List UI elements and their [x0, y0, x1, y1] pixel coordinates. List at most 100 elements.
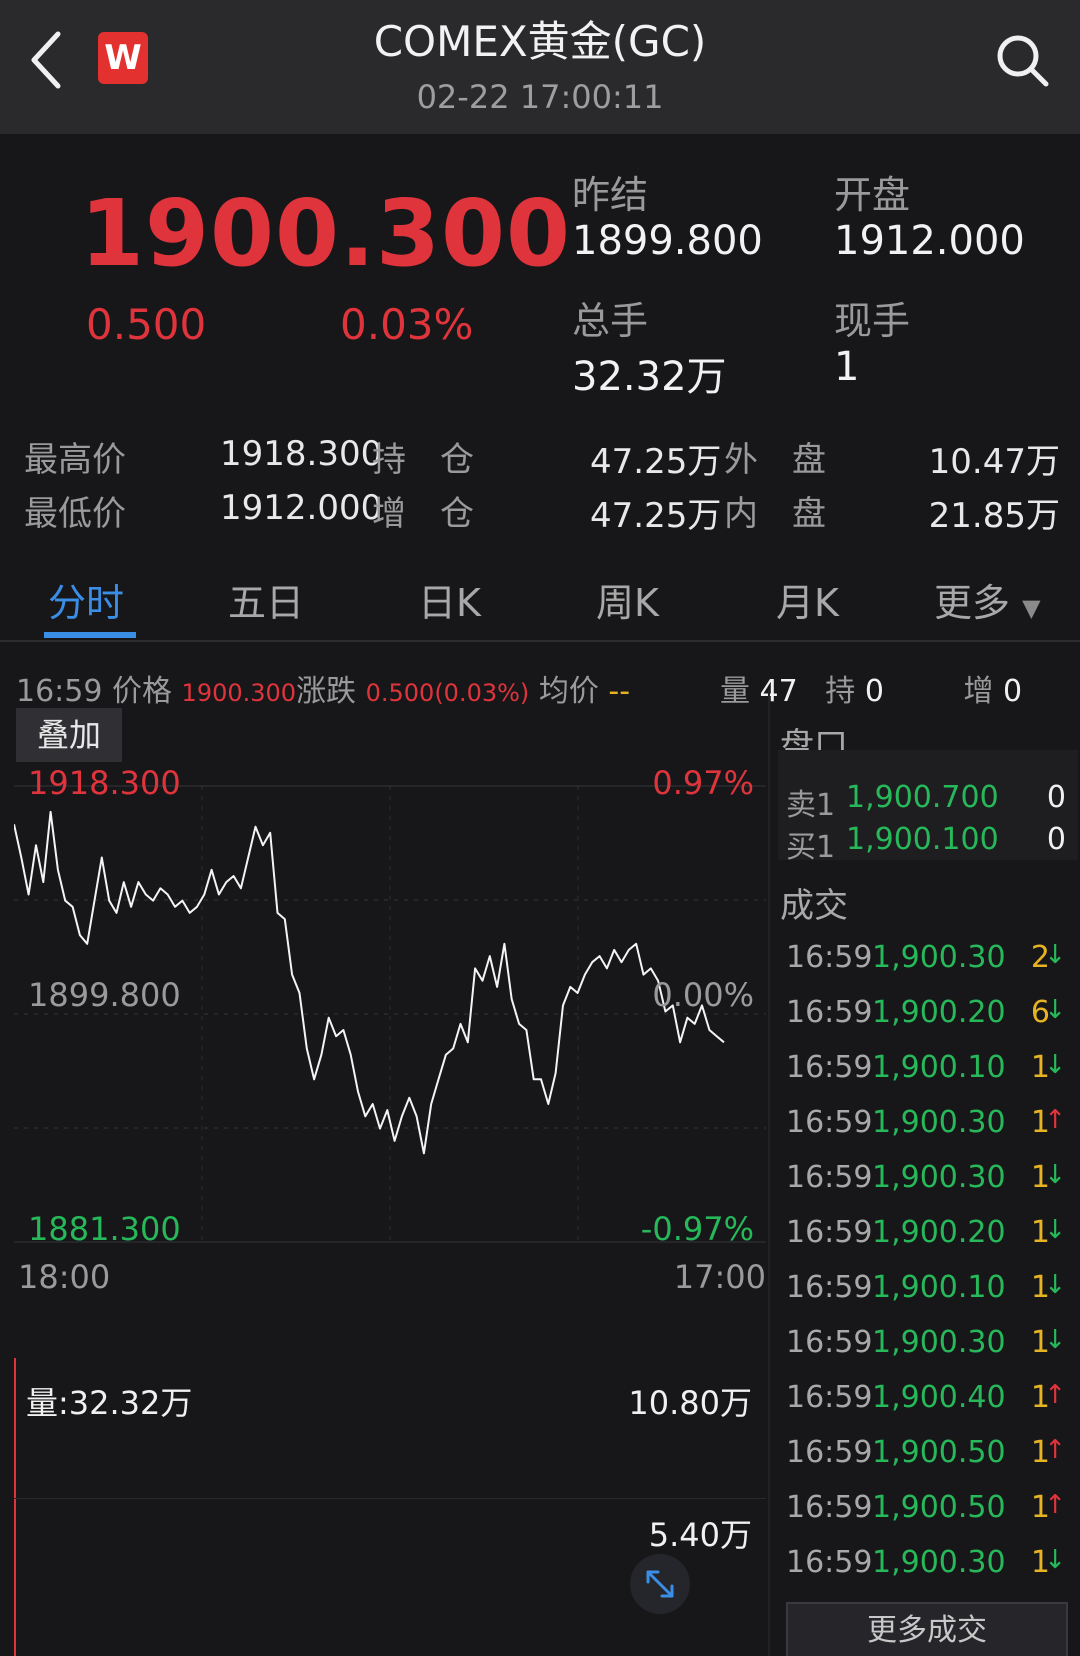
ask1-qty: 0 — [1046, 780, 1066, 815]
arrow-down-icon: ↓ — [1044, 995, 1066, 1025]
ask1-price: 1,900.700 — [846, 780, 999, 815]
chart-start-time: 18:00 — [18, 1258, 111, 1296]
price-change-pct: 0.03% — [340, 300, 474, 349]
info-add: 0 — [1003, 674, 1023, 709]
total-volume-label: 总手 — [572, 299, 649, 343]
outer-label: 外 盘 — [724, 440, 826, 480]
page-title: COMEX黄金(GC) — [373, 17, 707, 66]
trade-time: 16:59 — [786, 1050, 873, 1085]
bid1-price: 1,900.100 — [846, 822, 999, 857]
arrow-up-icon: ↑ — [1044, 1105, 1066, 1135]
chart-mid-price: 1899.800 — [28, 976, 181, 1014]
trade-price: 1,900.30 — [872, 1160, 1006, 1195]
search-icon — [997, 35, 1049, 87]
prev-settle-label: 昨结 — [572, 173, 649, 217]
expand-icon — [646, 1570, 674, 1598]
arrow-up-icon: ↑ — [1044, 1380, 1066, 1410]
arrow-down-icon: ↓ — [1044, 1160, 1066, 1190]
chart-top-pct: 0.97% — [652, 764, 754, 802]
trade-price: 1,900.20 — [872, 995, 1006, 1030]
chart-bottom-pct: -0.97% — [640, 1210, 754, 1248]
high-value: 1918.300 — [220, 434, 383, 474]
total-volume-value: 32.32万 — [572, 354, 727, 400]
tab-more[interactable]: 更多 ▼ — [934, 572, 1041, 627]
current-volume-label: 现手 — [834, 299, 911, 343]
trade-row: 16:59 1,900.50 1 ↑ — [786, 1435, 1066, 1487]
trade-row: 16:59 1,900.30 1 ↑ — [786, 1105, 1066, 1157]
low-value: 1912.000 — [220, 488, 383, 528]
trade-time: 16:59 — [786, 1105, 873, 1140]
intraday-chart[interactable]: 1918.300 0.97% 1899.800 0.00% 1881.300 -… — [14, 764, 766, 1322]
high-label: 最高价 — [24, 440, 126, 480]
chart-grid — [14, 785, 766, 1243]
chart-bottom-price: 1881.300 — [28, 1210, 181, 1248]
trade-price: 1,900.30 — [872, 940, 1006, 975]
trade-time: 16:59 — [786, 995, 873, 1030]
tabs-divider — [0, 640, 1080, 642]
arrow-up-icon: ↑ — [1044, 1490, 1066, 1520]
arrow-down-icon: ↓ — [1044, 1215, 1066, 1245]
trade-row: 16:59 1,900.10 1 ↓ — [786, 1270, 1066, 1322]
trade-price: 1,900.10 — [872, 1050, 1006, 1085]
trade-row: 16:59 1,900.40 1 ↑ — [786, 1380, 1066, 1432]
info-avg-label: 均价 — [538, 674, 599, 709]
trade-time: 16:59 — [786, 1435, 873, 1470]
trade-time: 16:59 — [786, 1545, 873, 1580]
prev-settle-value: 1899.800 — [572, 218, 763, 264]
trade-price: 1,900.50 — [872, 1435, 1006, 1470]
volume-mid-label: 5.40万 — [648, 1516, 752, 1554]
bid1-label: 买1 — [786, 830, 836, 865]
trade-time: 16:59 — [786, 940, 873, 975]
current-volume-value: 1 — [834, 344, 860, 390]
trade-row: 16:59 1,900.50 1 ↑ — [786, 1490, 1066, 1542]
arrow-down-icon: ↓ — [1044, 1545, 1066, 1575]
oi-change-value: 47.25万 — [590, 496, 722, 536]
crosshair-info-line: 16:59 价格 1900.300涨跌 0.500(0.03%) 均价 -- — [16, 666, 630, 710]
tab-weekly-k[interactable]: 周K — [596, 572, 659, 627]
more-trades-button[interactable]: 更多成交 — [786, 1602, 1068, 1656]
info-time-price-label: 16:59 价格 — [16, 674, 172, 709]
tab-intraday[interactable]: 分时 — [48, 572, 124, 627]
tab-more-label: 更多 — [934, 581, 1011, 625]
low-label: 最低价 — [24, 494, 126, 534]
outer-value: 10.47万 — [928, 442, 1060, 482]
oi-change-label: 增 仓 — [372, 494, 474, 534]
info-add-label: 增 — [963, 674, 994, 709]
volume-bar — [14, 1358, 16, 1656]
trade-row: 16:59 1,900.20 1 ↓ — [786, 1215, 1066, 1267]
arrow-down-icon: ↓ — [1044, 1050, 1066, 1080]
inner-label: 内 盘 — [724, 494, 826, 534]
bid1-qty: 0 — [1046, 822, 1066, 857]
trade-row: 16:59 1,900.20 6 ↓ — [786, 995, 1066, 1047]
trade-price: 1,900.10 — [872, 1270, 1006, 1305]
chart-mid-pct: 0.00% — [652, 976, 754, 1014]
open-interest-value: 47.25万 — [590, 442, 722, 482]
info-change: 0.500(0.03%) — [365, 679, 530, 707]
overlay-button[interactable]: 叠加 — [16, 708, 122, 762]
trade-time: 16:59 — [786, 1215, 873, 1250]
trade-time: 16:59 — [786, 1270, 873, 1305]
tab-monthly-k[interactable]: 月K — [776, 572, 839, 627]
caret-down-icon: ▼ — [1022, 594, 1041, 622]
search-button[interactable] — [992, 30, 1052, 90]
price-change: 0.500 — [86, 300, 207, 349]
info-avg: -- — [608, 674, 631, 709]
tab-daily-k[interactable]: 日K — [418, 572, 481, 627]
volume-total-label: 量:32.32万 — [26, 1384, 193, 1422]
trade-time: 16:59 — [786, 1490, 873, 1525]
trade-price: 1,900.30 — [872, 1325, 1006, 1360]
volume-chart[interactable]: 量:32.32万 10.80万 5.40万 — [14, 1358, 766, 1656]
trade-row: 16:59 1,900.30 1 ↓ — [786, 1160, 1066, 1212]
expand-chart-button[interactable] — [630, 1554, 690, 1614]
info-hold-label: 持 — [825, 674, 856, 709]
arrow-down-icon: ↓ — [1044, 1325, 1066, 1355]
trade-price: 1,900.30 — [872, 1105, 1006, 1140]
tab-five-day[interactable]: 五日 — [228, 572, 304, 627]
active-tab-indicator — [44, 632, 136, 638]
open-label: 开盘 — [834, 173, 911, 217]
trade-row: 16:59 1,900.30 1 ↓ — [786, 1545, 1066, 1597]
trade-price: 1,900.30 — [872, 1545, 1006, 1580]
chart-end-time: 17:00 — [673, 1258, 766, 1296]
ask1-label: 卖1 — [786, 788, 836, 823]
quote-datetime: 02-22 17:00:11 — [416, 78, 664, 116]
